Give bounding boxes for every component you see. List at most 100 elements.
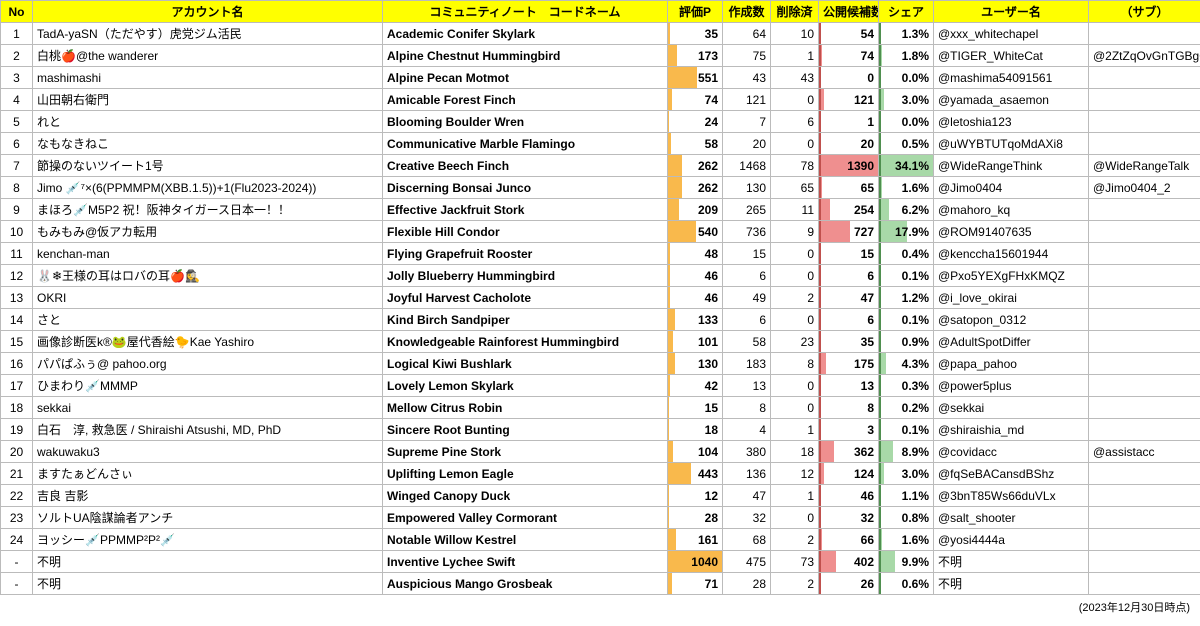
bar-cell: 17.9%	[879, 221, 934, 243]
cell: Jimo 💉⁷×(6(PPMMPM(XBB.1.5))+1(Flu2023-20…	[33, 177, 383, 199]
cell: Lovely Lemon Skylark	[383, 375, 668, 397]
table-row: 17ひまわり💉MMMPLovely Lemon Skylark42130130.…	[1, 375, 1200, 397]
bar-cell: 71	[668, 573, 723, 595]
cell: 130	[723, 177, 771, 199]
cell: 1	[1, 23, 33, 45]
bar-cell: 20	[819, 133, 879, 155]
cell: 2	[771, 573, 819, 595]
cell: Uplifting Lemon Eagle	[383, 463, 668, 485]
bar-cell: 101	[668, 331, 723, 353]
cell: sekkai	[33, 397, 383, 419]
cell: @i_love_okirai	[934, 287, 1089, 309]
cell: 🐰❄王様の耳はロバの耳🍎🕵️‍♀️	[33, 265, 383, 287]
cell: 18	[1, 397, 33, 419]
cell: 9	[1, 199, 33, 221]
cell: Academic Conifer Skylark	[383, 23, 668, 45]
table-row: 13OKRIJoyful Harvest Cacholote46492471.2…	[1, 287, 1200, 309]
cell: 19	[1, 419, 33, 441]
cell: 136	[723, 463, 771, 485]
cell: Auspicious Mango Grosbeak	[383, 573, 668, 595]
cell: Blooming Boulder Wren	[383, 111, 668, 133]
cell	[1089, 221, 1200, 243]
bar-cell: 1.2%	[879, 287, 934, 309]
col-share: シェア	[879, 1, 934, 23]
cell: 白石 淳, 救急医 / Shiraishi Atsushi, MD, PhD	[33, 419, 383, 441]
cell: 265	[723, 199, 771, 221]
cell: 8	[1, 177, 33, 199]
bar-cell: 48	[668, 243, 723, 265]
table-row: 1TadA-yaSN（ただやす）虎党ジム活民Academic Conifer S…	[1, 23, 1200, 45]
table-row: 11kenchan-manFlying Grapefruit Rooster48…	[1, 243, 1200, 265]
cell: 不明	[934, 573, 1089, 595]
bar-cell: 58	[668, 133, 723, 155]
cell: ヨッシー💉PPMMP²P²💉	[33, 529, 383, 551]
table-row: 5れとBlooming Boulder Wren247610.0%@letosh…	[1, 111, 1200, 133]
cell	[1089, 529, 1200, 551]
cell: @yamada_asaemon	[934, 89, 1089, 111]
cell: Notable Willow Kestrel	[383, 529, 668, 551]
cell	[1089, 551, 1200, 573]
col-sub: （サブ）	[1089, 1, 1200, 23]
cell: 43	[771, 67, 819, 89]
cell: @papa_pahoo	[934, 353, 1089, 375]
bar-cell: 161	[668, 529, 723, 551]
bar-cell: 402	[819, 551, 879, 573]
cell	[1089, 507, 1200, 529]
bar-cell: 209	[668, 199, 723, 221]
cell: 0	[771, 397, 819, 419]
cell: Empowered Valley Cormorant	[383, 507, 668, 529]
cell: Sincere Root Bunting	[383, 419, 668, 441]
cell: 山田朝右衛門	[33, 89, 383, 111]
cell: 65	[771, 177, 819, 199]
bar-cell: 262	[668, 177, 723, 199]
cell: Communicative Marble Flamingo	[383, 133, 668, 155]
cell: 6	[771, 111, 819, 133]
cell: -	[1, 573, 33, 595]
table-row: 23ソルトUA陰謀論者アンチEmpowered Valley Cormorant…	[1, 507, 1200, 529]
cell: ソルトUA陰謀論者アンチ	[33, 507, 383, 529]
col-published: 公開候補数	[819, 1, 879, 23]
cell: 7	[723, 111, 771, 133]
cell: @sekkai	[934, 397, 1089, 419]
bar-cell: 1.6%	[879, 177, 934, 199]
table-row: 21ますたぁどんさぃUplifting Lemon Eagle443136121…	[1, 463, 1200, 485]
bar-cell: 15	[668, 397, 723, 419]
cell: 13	[1, 287, 33, 309]
cell: なもなきねこ	[33, 133, 383, 155]
cell: @yosi4444a	[934, 529, 1089, 551]
cell	[1089, 463, 1200, 485]
cell: -	[1, 551, 33, 573]
cell: 11	[771, 199, 819, 221]
cell: 18	[771, 441, 819, 463]
cell: 12	[771, 463, 819, 485]
cell: 吉良 吉影	[33, 485, 383, 507]
cell: 4	[1, 89, 33, 111]
bar-cell: 8	[819, 397, 879, 419]
table-row: -不明Auspicious Mango Grosbeak71282260.6%不…	[1, 573, 1200, 595]
cell: @assistacc	[1089, 441, 1200, 463]
cell	[1089, 419, 1200, 441]
bar-cell: 47	[819, 287, 879, 309]
cell: 14	[1, 309, 33, 331]
cell: 不明	[934, 551, 1089, 573]
cell	[1089, 199, 1200, 221]
cell: @salt_shooter	[934, 507, 1089, 529]
cell: Logical Kiwi Bushlark	[383, 353, 668, 375]
cell: 8	[723, 397, 771, 419]
col-eval: 評価P	[668, 1, 723, 23]
bar-cell: 34.1%	[879, 155, 934, 177]
cell: 0	[771, 309, 819, 331]
cell: 1468	[723, 155, 771, 177]
cell: 0	[771, 133, 819, 155]
cell	[1089, 89, 1200, 111]
bar-cell: 54	[819, 23, 879, 45]
cell: さと	[33, 309, 383, 331]
cell: Winged Canopy Duck	[383, 485, 668, 507]
cell: 節操のないツイート1号	[33, 155, 383, 177]
cell	[1089, 265, 1200, 287]
cell: mashimashi	[33, 67, 383, 89]
community-notes-table: No アカウント名 コミュニティノート コードネーム 評価P 作成数 削除済 公…	[0, 0, 1200, 595]
cell: 15	[723, 243, 771, 265]
cell: @TIGER_WhiteCat	[934, 45, 1089, 67]
cell: @fqSeBACansdBShz	[934, 463, 1089, 485]
